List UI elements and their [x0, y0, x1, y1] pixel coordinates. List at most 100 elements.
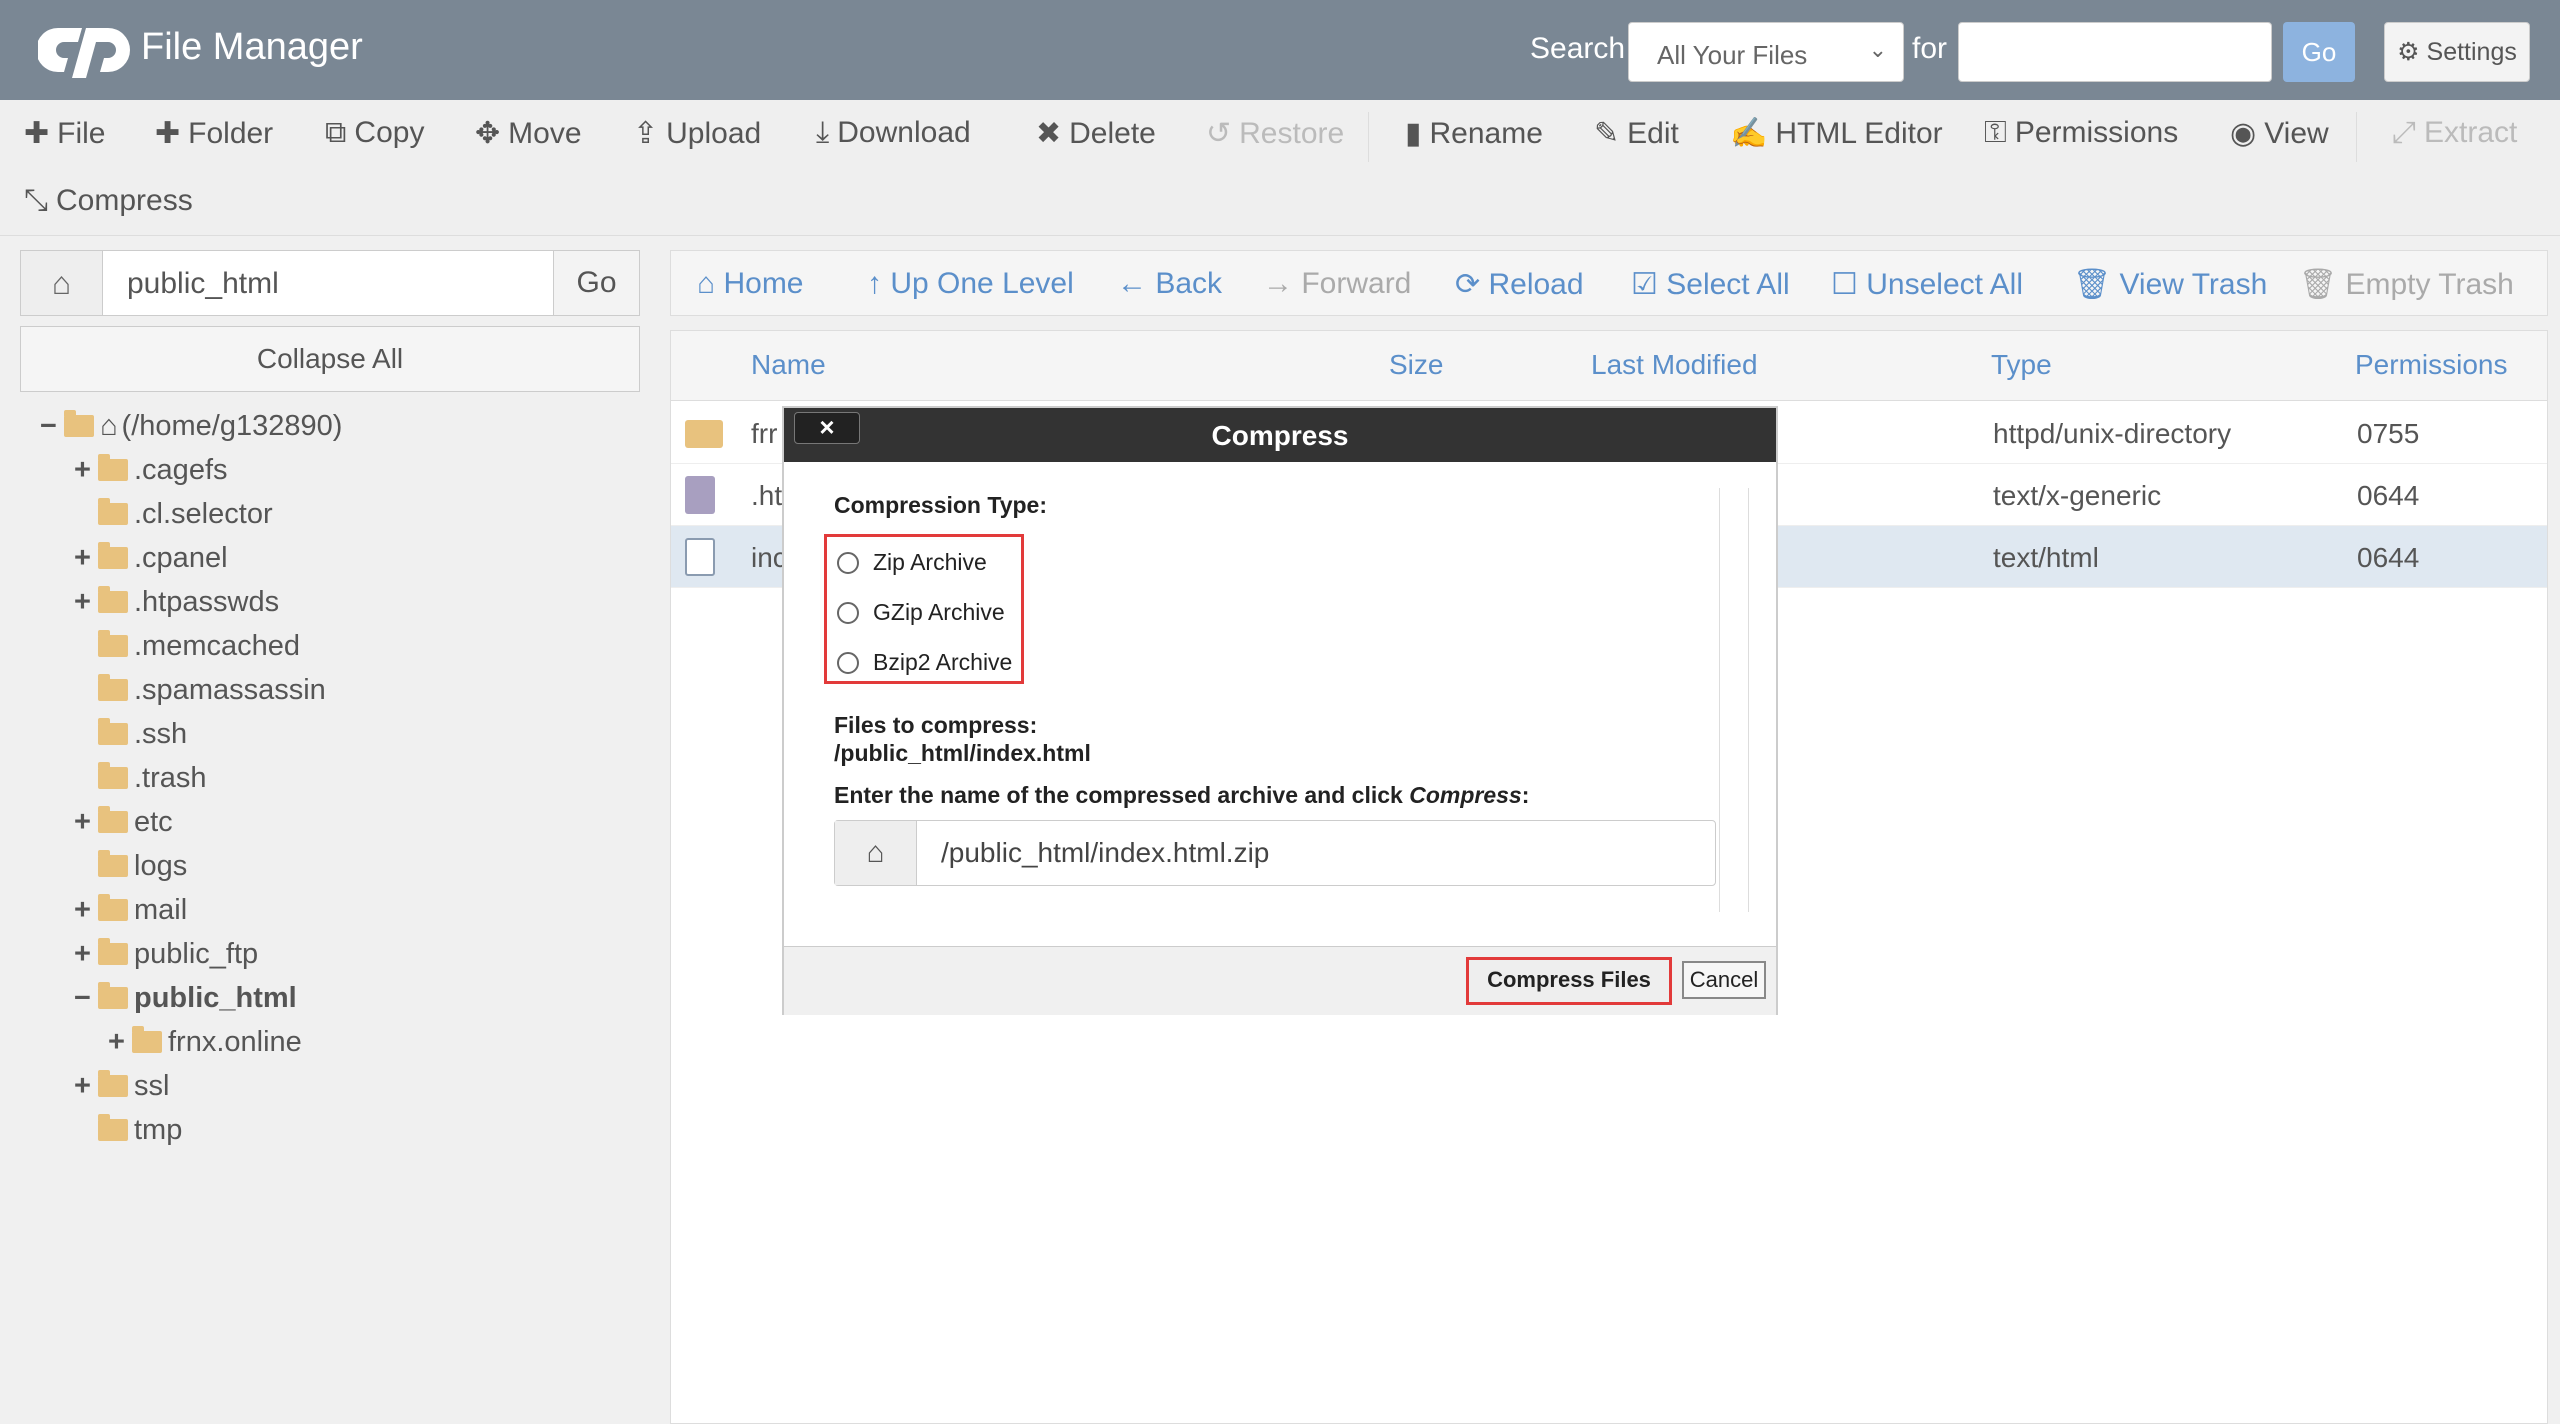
- expand-icon[interactable]: +: [74, 586, 98, 619]
- folder-icon: [64, 410, 94, 437]
- folder-icon: [98, 1114, 128, 1141]
- settings-button[interactable]: ⚙ Settings: [2384, 22, 2530, 82]
- up-arrow-icon: ↑: [867, 267, 882, 300]
- nav-empty-trash-button[interactable]: 🗑 Empty Trash: [2299, 267, 2514, 302]
- folder-icon: [132, 1026, 162, 1053]
- tree-item-label: etc: [134, 806, 173, 838]
- dialog-scrollbar[interactable]: [1719, 488, 1749, 912]
- column-name[interactable]: Name: [751, 349, 826, 381]
- tree-item[interactable]: + .htpasswds: [74, 586, 279, 630]
- collapse-icon[interactable]: −: [40, 410, 64, 443]
- tree-item[interactable]: + .cagefs: [74, 454, 228, 498]
- toolbar-compress-button[interactable]: ⤡ Compress: [24, 184, 193, 218]
- nav-home-button[interactable]: ⌂ Home: [697, 267, 804, 301]
- tree-item[interactable]: + etc: [74, 806, 173, 850]
- toolbar-permissions-label: Permissions: [2014, 116, 2179, 149]
- nav-forward-label: Forward: [1301, 267, 1412, 300]
- toolbar-move-button[interactable]: ✥ Move: [475, 116, 582, 151]
- compress-files-button[interactable]: Compress Files: [1466, 957, 1672, 1005]
- nav-view-trash-button[interactable]: 🗑 View Trash: [2073, 267, 2267, 302]
- text-file-icon: [685, 476, 715, 514]
- folder-icon: [98, 850, 128, 877]
- tree-item[interactable]: tmp: [74, 1114, 182, 1158]
- toolbar-view-button[interactable]: ◉ View: [2230, 116, 2329, 151]
- toolbar-file-button[interactable]: ✚ File: [24, 116, 105, 151]
- home-icon: ⌂: [100, 410, 118, 442]
- toolbar-extract-label: Extract: [2424, 116, 2518, 149]
- gear-icon: ⚙: [2397, 38, 2420, 66]
- radio-gzip-archive[interactable]: GZip Archive: [837, 599, 1005, 626]
- tree-item[interactable]: + ssl: [74, 1070, 169, 1114]
- nav-unselect-all-button[interactable]: ☐ Unselect All: [1831, 267, 2023, 302]
- tree-item[interactable]: .spamassassin: [74, 674, 326, 718]
- tree-item[interactable]: + public_ftp: [74, 938, 258, 982]
- path-go-button[interactable]: Go: [553, 251, 639, 315]
- nav-up-one-level-button[interactable]: ↑ Up One Level: [867, 267, 1074, 301]
- column-size[interactable]: Size: [1389, 349, 1443, 381]
- toolbar-html-editor-button[interactable]: ✍ HTML Editor: [1730, 116, 1943, 151]
- tree-item-label: .cpanel: [134, 542, 228, 574]
- tree-item[interactable]: .memcached: [74, 630, 300, 674]
- column-permissions[interactable]: Permissions: [2355, 349, 2507, 381]
- expand-icon[interactable]: +: [74, 454, 98, 487]
- nav-back-button[interactable]: ← Back: [1117, 267, 1222, 301]
- expand-icon[interactable]: +: [74, 1070, 98, 1103]
- expand-icon[interactable]: +: [74, 806, 98, 839]
- tree-item[interactable]: .cl.selector: [74, 498, 273, 542]
- toolbar-compress-label: Compress: [56, 184, 193, 217]
- collapse-icon[interactable]: −: [74, 982, 98, 1015]
- folder-icon: [98, 586, 128, 613]
- folder-icon: [98, 542, 128, 569]
- tree-item[interactable]: − public_html: [74, 982, 297, 1026]
- close-icon[interactable]: ×: [794, 412, 860, 444]
- toolbar-restore-button[interactable]: ↺ Restore: [1206, 116, 1344, 151]
- tree-item[interactable]: logs: [74, 850, 187, 894]
- toolbar-upload-button[interactable]: ⇪ Upload: [633, 116, 761, 151]
- column-type[interactable]: Type: [1991, 349, 2052, 381]
- expand-icon[interactable]: +: [74, 894, 98, 927]
- collapse-all-button[interactable]: Collapse All: [20, 326, 640, 392]
- folder-icon: [98, 674, 128, 701]
- nav-select-all-button[interactable]: ☑ Select All: [1631, 267, 1790, 302]
- tree-item[interactable]: .ssh: [74, 718, 187, 762]
- toolbar-permissions-button[interactable]: ⚿ Permissions: [1984, 116, 2178, 150]
- path-input[interactable]: public_html: [127, 267, 279, 301]
- toolbar-copy-button[interactable]: ⧉ Copy: [325, 116, 424, 150]
- toolbar-folder-button[interactable]: ✚ Folder: [155, 116, 273, 151]
- folder-icon: [98, 630, 128, 657]
- edit-icon: ✍: [1730, 117, 1768, 150]
- folder-icon: [98, 498, 128, 525]
- expand-icon: ⤢: [2392, 116, 2416, 149]
- radio-bzip2-archive[interactable]: Bzip2 Archive: [837, 649, 1012, 676]
- tree-item[interactable]: + .cpanel: [74, 542, 228, 586]
- nav-forward-button[interactable]: → Forward: [1263, 267, 1411, 301]
- archive-name-input[interactable]: /public_html/index.html.zip: [941, 837, 1269, 869]
- nav-view-trash-label: View Trash: [2119, 268, 2268, 301]
- radio-icon: [837, 552, 859, 574]
- radio-zip-archive[interactable]: Zip Archive: [837, 549, 987, 576]
- nav-unselect-all-label: Unselect All: [1866, 268, 2023, 301]
- search-input[interactable]: [1958, 22, 2272, 82]
- toolbar-rename-button[interactable]: ▮ Rename: [1405, 116, 1543, 151]
- toolbar-delete-button[interactable]: ✖ Delete: [1036, 116, 1156, 151]
- toolbar-edit-button[interactable]: ✎ Edit: [1594, 116, 1679, 151]
- plus-icon: ✚: [24, 117, 50, 150]
- cpanel-logo: [38, 28, 130, 78]
- expand-icon[interactable]: +: [74, 938, 98, 971]
- expand-icon[interactable]: +: [74, 542, 98, 575]
- tree-item[interactable]: .trash: [74, 762, 207, 806]
- search-go-button[interactable]: Go: [2283, 22, 2355, 82]
- toolbar-download-button[interactable]: ⤓ Download: [816, 116, 971, 150]
- expand-icon[interactable]: +: [108, 1026, 132, 1059]
- cancel-button[interactable]: Cancel: [1682, 961, 1766, 999]
- toolbar-extract-button[interactable]: ⤢ Extract: [2392, 116, 2517, 150]
- tree-item[interactable]: − ⌂ (/home/g132890): [40, 410, 342, 454]
- home-icon[interactable]: ⌂: [21, 251, 103, 315]
- toolbar-divider: [2356, 112, 2357, 162]
- tree-item[interactable]: + mail: [74, 894, 187, 938]
- column-last-modified[interactable]: Last Modified: [1591, 349, 1758, 381]
- search-scope-select[interactable]: All Your Files ⌄: [1628, 22, 1904, 82]
- nav-reload-button[interactable]: ⟳ Reload: [1455, 267, 1584, 302]
- tree-item[interactable]: + frnx.online: [108, 1026, 302, 1070]
- for-label: for: [1912, 32, 1948, 65]
